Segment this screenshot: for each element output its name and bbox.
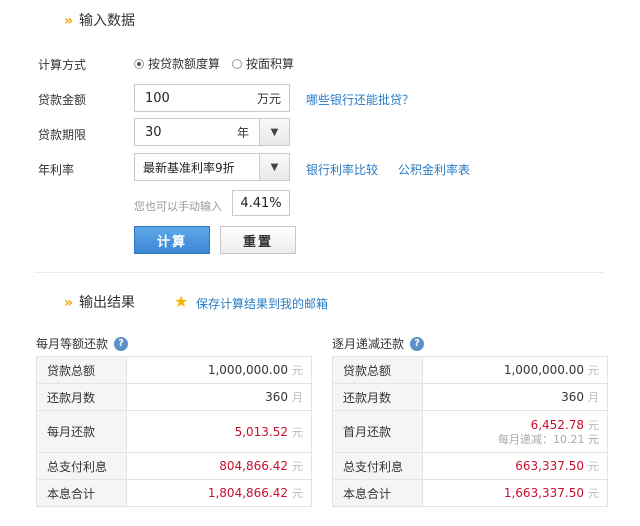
- method-label: 计算方式: [38, 58, 87, 72]
- row-value: 360: [265, 390, 288, 404]
- fund-rate-table-link[interactable]: 公积金利率表: [398, 161, 470, 178]
- table-row: 总支付利息 804,866.42 元: [36, 452, 312, 480]
- row-value: 1,663,337.50: [503, 486, 584, 500]
- table-row: 本息合计 1,804,866.42 元: [36, 479, 312, 507]
- chevron-right-icon: »: [64, 13, 74, 29]
- save-to-email-link[interactable]: 保存计算结果到我的邮箱: [196, 295, 328, 312]
- row-label: 首月还款: [332, 410, 423, 453]
- dropdown-arrow-icon[interactable]: ▼: [259, 119, 289, 145]
- rate-label: 年利率: [38, 163, 75, 177]
- equal-payment-title: 每月等额还款 ?: [36, 335, 129, 352]
- row-unit: 元: [588, 364, 599, 377]
- method-radio-amount[interactable]: 按贷款额度算: [134, 55, 220, 72]
- radio-unchecked-icon[interactable]: [232, 58, 243, 69]
- reset-button[interactable]: 重置: [220, 226, 296, 254]
- row-unit: 元: [588, 418, 599, 432]
- row-value: 1,804,866.42: [207, 486, 288, 500]
- term-label: 贷款期限: [38, 128, 87, 142]
- calculate-button[interactable]: 计算: [134, 226, 210, 254]
- dropdown-arrow-icon[interactable]: ▼: [259, 154, 289, 180]
- method-radio-area[interactable]: 按面积算: [232, 55, 294, 72]
- table-row: 贷款总额 1,000,000.00 元: [36, 356, 312, 384]
- row-label: 本息合计: [332, 479, 423, 507]
- decreasing-payment-title: 逐月递减还款 ?: [332, 335, 425, 352]
- monthly-decrease-note: 每月递减：10.21 元: [498, 432, 599, 446]
- chevron-right-icon: »: [64, 295, 74, 311]
- row-value: 804,866.42: [219, 459, 288, 473]
- table-row: 贷款总额 1,000,000.00 元: [332, 356, 608, 384]
- row-value: 6,452.78: [530, 417, 584, 432]
- row-label: 还款月数: [36, 383, 127, 411]
- amount-input[interactable]: 100 万元: [134, 84, 290, 112]
- term-select[interactable]: 30 年 ▼: [134, 118, 290, 146]
- row-unit: 元: [292, 487, 303, 500]
- row-unit: 元: [588, 487, 599, 500]
- row-label: 贷款总额: [36, 356, 127, 384]
- table-row: 首月还款 6,452.78 元 每月递减：10.21 元: [332, 410, 608, 453]
- table-row: 每月还款 5,013.52 元: [36, 410, 312, 453]
- row-label: 还款月数: [332, 383, 423, 411]
- row-unit: 元: [588, 460, 599, 473]
- help-icon[interactable]: ?: [114, 336, 129, 351]
- row-value: 663,337.50: [515, 459, 584, 473]
- star-icon[interactable]: ★: [174, 292, 188, 311]
- row-unit: 月: [588, 391, 599, 404]
- row-unit: 元: [292, 425, 303, 439]
- table-row: 总支付利息 663,337.50 元: [332, 452, 608, 480]
- row-unit: 月: [292, 391, 303, 404]
- amount-label: 贷款金额: [38, 93, 87, 107]
- input-section-title: » 输入数据: [64, 13, 136, 29]
- section-divider: [34, 272, 604, 273]
- banks-lending-link[interactable]: 哪些银行还能批贷？: [306, 91, 414, 108]
- manual-input-hint: 您也可以手动输入: [134, 200, 222, 213]
- radio-checked-icon[interactable]: [134, 58, 144, 69]
- output-section-title: » 输出结果: [64, 295, 136, 311]
- row-label: 本息合计: [36, 479, 127, 507]
- row-label: 总支付利息: [332, 452, 423, 480]
- row-unit: 元: [292, 460, 303, 473]
- help-icon[interactable]: ?: [410, 336, 425, 351]
- manual-rate-input[interactable]: 4.41%: [232, 190, 290, 216]
- row-value: 1,000,000.00: [503, 363, 584, 377]
- row-value: 360: [561, 390, 584, 404]
- row-unit: 元: [292, 364, 303, 377]
- row-value: 1,000,000.00: [207, 363, 288, 377]
- table-row: 本息合计 1,663,337.50 元: [332, 479, 608, 507]
- rate-select[interactable]: 最新基准利率9折 ▼: [134, 153, 290, 181]
- table-row: 还款月数 360 月: [332, 383, 608, 411]
- decreasing-payment-table: 贷款总额 1,000,000.00 元 还款月数 360 月 首月还款 6,452.…: [332, 356, 608, 507]
- row-value: 5,013.52: [234, 424, 288, 439]
- bank-rate-compare-link[interactable]: 银行利率比较: [306, 161, 378, 178]
- row-label: 贷款总额: [332, 356, 423, 384]
- equal-payment-table: 贷款总额 1,000,000.00 元 还款月数 360 月 每月还款 5,013.…: [36, 356, 312, 507]
- row-label: 每月还款: [36, 410, 127, 453]
- row-label: 总支付利息: [36, 452, 127, 480]
- method-radio-group: 按贷款额度算 按面积算: [134, 55, 306, 72]
- table-row: 还款月数 360 月: [36, 383, 312, 411]
